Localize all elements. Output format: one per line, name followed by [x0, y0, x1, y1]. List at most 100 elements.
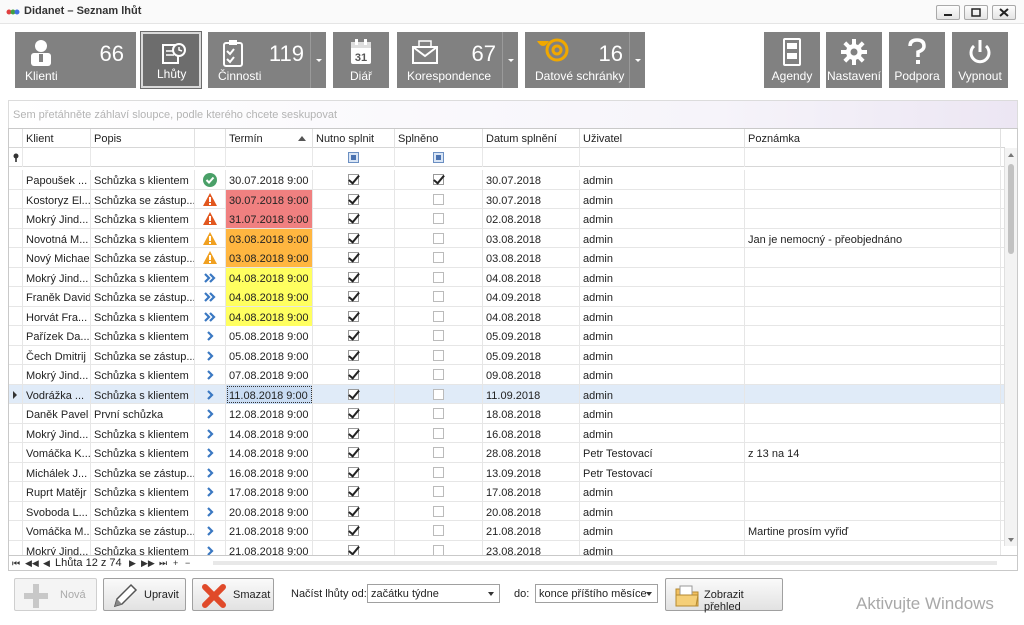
datove-schranky-button[interactable]: 16 Datové schránky: [525, 32, 645, 88]
cell-poznamka[interactable]: [745, 326, 1001, 345]
cell-status[interactable]: [195, 326, 226, 345]
cell-klient[interactable]: Čech Dmitrij: [23, 345, 91, 365]
cell-uzivatel[interactable]: admin: [580, 287, 745, 306]
splneno-checkbox[interactable]: [433, 466, 444, 478]
cell-termin[interactable]: 31.07.2018 9:00: [226, 209, 313, 228]
nav-prev-icon[interactable]: ◀: [43, 558, 50, 569]
cell-splneno[interactable]: [395, 228, 483, 248]
scroll-up-icon[interactable]: [1008, 153, 1014, 157]
cell-termin[interactable]: 05.08.2018 9:00: [226, 326, 313, 345]
cell-klient[interactable]: Pařízek Da...: [23, 326, 91, 345]
cell-datum[interactable]: 17.08.2018: [483, 482, 580, 501]
cell-datum[interactable]: 30.07.2018: [483, 170, 580, 189]
cell-termin[interactable]: 11.08.2018 9:00: [226, 384, 313, 404]
nutno-checkbox[interactable]: [348, 486, 359, 497]
cell-klient[interactable]: Kostoryz El...: [23, 189, 91, 209]
od-combo[interactable]: začátku týdne: [367, 584, 500, 603]
cell-nutno[interactable]: [313, 482, 395, 501]
cell-klient[interactable]: Papoušek ...: [23, 170, 91, 189]
cell-splneno[interactable]: [395, 287, 483, 306]
cell-nutno[interactable]: [313, 189, 395, 209]
splneno-checkbox[interactable]: [433, 232, 444, 244]
cinnosti-button[interactable]: 119 Činnosti: [208, 32, 326, 88]
cell-klient[interactable]: Mokrý Jind...: [23, 423, 91, 443]
cell-datum[interactable]: 03.08.2018: [483, 248, 580, 267]
row-indicator[interactable]: [9, 189, 23, 209]
cell-datum[interactable]: 18.08.2018: [483, 404, 580, 423]
table-row[interactable]: Mokrý Jind... Schůzka s klientem 07.08.201…: [9, 365, 1005, 385]
splneno-checkbox[interactable]: [433, 505, 444, 517]
table-row[interactable]: Vomáčka M... Schůzka se zástup... 21.08.20…: [9, 521, 1005, 541]
cell-klient[interactable]: Vodrážka ...: [23, 384, 91, 404]
cell-popis[interactable]: Schůzka s klientem: [91, 306, 195, 326]
nutno-checkbox[interactable]: [348, 388, 359, 400]
cell-popis[interactable]: Schůzka s klientem: [91, 384, 195, 404]
cell-uzivatel[interactable]: admin: [580, 248, 745, 267]
nutno-checkbox[interactable]: [348, 505, 359, 517]
cell-poznamka[interactable]: Jan je nemocný - přeobjednáno: [745, 228, 1001, 248]
cell-uzivatel[interactable]: admin: [580, 189, 745, 209]
cell-popis[interactable]: Schůzka s klientem: [91, 501, 195, 521]
nav-next-page-icon[interactable]: ▶▶: [141, 558, 155, 569]
cell-datum[interactable]: 20.08.2018: [483, 501, 580, 521]
diar-button[interactable]: 31 Diář: [333, 32, 389, 88]
cell-status[interactable]: [195, 404, 226, 423]
cell-uzivatel[interactable]: admin: [580, 267, 745, 287]
nav-prev-page-icon[interactable]: ◀◀: [25, 558, 39, 569]
nutno-checkbox[interactable]: [348, 252, 359, 263]
cell-termin[interactable]: 07.08.2018 9:00: [226, 365, 313, 384]
nutno-checkbox[interactable]: [348, 232, 359, 244]
cell-poznamka[interactable]: [745, 170, 1001, 189]
table-row[interactable]: Kostoryz El... Schůzka se zástup... 30.07.…: [9, 189, 1005, 209]
cell-poznamka[interactable]: [745, 404, 1001, 423]
table-row[interactable]: Mokrý Jind... Schůzka s klientem 04.08.201…: [9, 267, 1005, 287]
scroll-thumb[interactable]: [1008, 164, 1014, 254]
row-indicator[interactable]: [9, 170, 23, 189]
cell-nutno[interactable]: [313, 384, 395, 404]
cell-splneno[interactable]: [395, 540, 483, 555]
cell-poznamka[interactable]: [745, 287, 1001, 306]
cell-splneno[interactable]: [395, 248, 483, 267]
nav-add-icon[interactable]: +: [173, 558, 178, 568]
cell-datum[interactable]: 11.09.2018: [483, 384, 580, 404]
cell-uzivatel[interactable]: admin: [580, 482, 745, 501]
row-indicator[interactable]: [9, 306, 23, 326]
cell-klient[interactable]: Vomáčka M...: [23, 521, 91, 540]
cell-datum[interactable]: 09.08.2018: [483, 365, 580, 384]
cell-status[interactable]: [195, 521, 226, 540]
row-indicator[interactable]: [9, 365, 23, 384]
cell-poznamka[interactable]: [745, 365, 1001, 384]
table-row[interactable]: Papoušek ... Schůzka s klientem 30.07.2018…: [9, 170, 1005, 190]
korespondence-button[interactable]: 67 Korespondence: [397, 32, 518, 88]
table-row[interactable]: Vomáčka K... Schůzka s klientem 14.08.2018…: [9, 443, 1005, 463]
nutno-checkbox[interactable]: [348, 427, 359, 439]
cell-popis[interactable]: Schůzka s klientem: [91, 267, 195, 287]
datove-dropdown-arrow[interactable]: [629, 32, 645, 88]
cell-popis[interactable]: Schůzka s klientem: [91, 540, 195, 555]
table-row[interactable]: Horvát Fra... Schůzka s klientem 04.08.201…: [9, 306, 1005, 326]
cell-popis[interactable]: Schůzka s klientem: [91, 228, 195, 248]
row-indicator[interactable]: [9, 443, 23, 462]
cell-popis[interactable]: Schůzka se zástup...: [91, 287, 195, 306]
cell-nutno[interactable]: [313, 228, 395, 248]
cell-status[interactable]: [195, 443, 226, 462]
cell-datum[interactable]: 05.09.2018: [483, 345, 580, 365]
cell-nutno[interactable]: [313, 170, 395, 189]
cell-termin[interactable]: 30.07.2018 9:00: [226, 170, 313, 189]
cell-uzivatel[interactable]: Petr Testovací: [580, 443, 745, 462]
cell-datum[interactable]: 04.09.2018: [483, 287, 580, 306]
cell-uzivatel[interactable]: Petr Testovací: [580, 462, 745, 482]
nutno-checkbox[interactable]: [348, 369, 359, 380]
cell-poznamka[interactable]: z 13 na 14: [745, 443, 1001, 462]
agendy-button[interactable]: Agendy: [764, 32, 820, 88]
cell-klient[interactable]: Franěk David: [23, 287, 91, 306]
cell-splneno[interactable]: [395, 404, 483, 423]
cell-uzivatel[interactable]: admin: [580, 170, 745, 189]
cell-klient[interactable]: Daněk Pavel: [23, 404, 91, 423]
lhuty-button[interactable]: Lhůty: [140, 31, 202, 89]
cell-klient[interactable]: Mokrý Jind...: [23, 365, 91, 384]
cell-splneno[interactable]: [395, 267, 483, 287]
nutno-checkbox[interactable]: [348, 447, 359, 458]
nutno-checkbox[interactable]: [348, 174, 359, 185]
cell-splneno[interactable]: [395, 306, 483, 326]
